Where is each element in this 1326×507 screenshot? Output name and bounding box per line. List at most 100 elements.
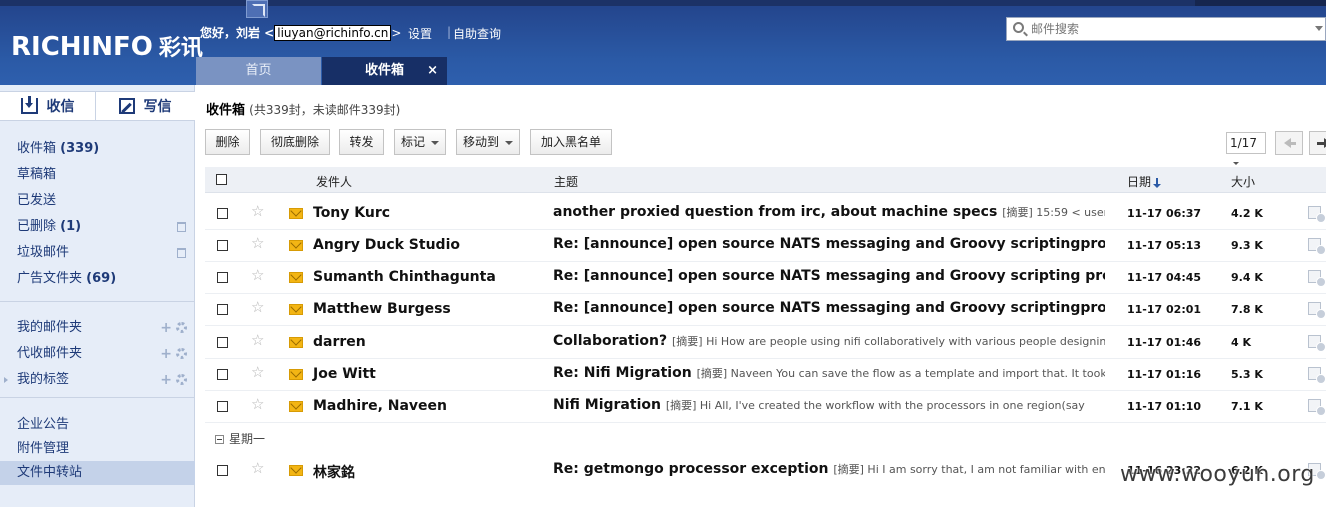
- star-icon[interactable]: ☆: [251, 234, 264, 252]
- move-to-dropdown[interactable]: 移动到: [456, 129, 520, 155]
- sidebar-item-spam[interactable]: 垃圾邮件: [0, 240, 195, 266]
- subject[interactable]: Nifi Migration [摘要] Hi All, I've created…: [553, 397, 1105, 413]
- sidebar-item-announcements[interactable]: 企业公告: [0, 413, 195, 437]
- sidebar-item-file-transfer[interactable]: 文件中转站: [0, 461, 195, 485]
- mail-search[interactable]: [1006, 17, 1326, 41]
- sidebar-item-my-tags[interactable]: 我的标签 +: [0, 367, 195, 393]
- subject[interactable]: Collaboration? [摘要] Hi How are people us…: [553, 333, 1105, 349]
- trash-icon[interactable]: [177, 248, 186, 258]
- star-icon[interactable]: ☆: [251, 202, 264, 220]
- gear-icon[interactable]: [176, 348, 187, 359]
- sidebar-item-attachments[interactable]: 附件管理: [0, 437, 195, 461]
- envelope-icon: [289, 337, 303, 348]
- settings-link[interactable]: 设置: [408, 25, 432, 42]
- mark-dropdown[interactable]: 标记: [394, 129, 446, 155]
- delete-permanent-button[interactable]: 彻底删除: [260, 129, 330, 155]
- subject[interactable]: Re: [announce] open source NATS messagin…: [553, 268, 1105, 284]
- row-checkbox[interactable]: [217, 465, 228, 476]
- row-checkbox[interactable]: [217, 369, 228, 380]
- quick-view-icon[interactable]: [1308, 206, 1326, 223]
- next-page-button[interactable]: [1309, 131, 1326, 155]
- plus-icon[interactable]: +: [160, 367, 172, 393]
- table-row[interactable]: ☆ Sumanth Chinthagunta Re: [announce] op…: [196, 261, 1326, 293]
- prev-page-button[interactable]: [1275, 131, 1303, 155]
- tab-inbox[interactable]: 收件箱 ×: [322, 57, 447, 85]
- collapse-icon[interactable]: [215, 435, 224, 444]
- row-checkbox[interactable]: [217, 401, 228, 412]
- star-icon[interactable]: ☆: [251, 266, 264, 284]
- sidebar-item-collect-folders[interactable]: 代收邮件夹 +: [0, 341, 195, 367]
- receive-button[interactable]: 收信: [0, 92, 96, 120]
- sidebar-item-drafts[interactable]: 草稿箱: [0, 162, 195, 188]
- group-label: 我的标签: [17, 372, 70, 387]
- row-checkbox[interactable]: [217, 208, 228, 219]
- top-header: RICHINFO 彩讯 您好，刘岩 < liuyan@richinfo.cn > 设置…: [0, 0, 1326, 85]
- plus-icon[interactable]: +: [160, 315, 172, 341]
- row-checkbox[interactable]: [217, 304, 228, 315]
- page-selector[interactable]: 1/17: [1226, 132, 1266, 165]
- table-row[interactable]: ☆ Joe Witt Re: Nifi Migration [摘要] Navee…: [196, 358, 1326, 390]
- star-icon[interactable]: ☆: [251, 363, 264, 381]
- write-button[interactable]: 写信: [97, 92, 193, 120]
- pin-icon[interactable]: [246, 0, 268, 18]
- search-dropdown-icon[interactable]: [1315, 26, 1323, 31]
- folder-label: 广告文件夹: [17, 271, 83, 286]
- size: 7.1 K: [1231, 400, 1263, 413]
- group-label: 代收邮件夹: [17, 346, 83, 361]
- row-checkbox[interactable]: [217, 240, 228, 251]
- tool-label: 企业公告: [17, 417, 70, 432]
- size: 5.3 K: [1231, 368, 1263, 381]
- trash-icon[interactable]: [177, 222, 186, 232]
- star-icon[interactable]: ☆: [251, 298, 264, 316]
- subject[interactable]: Re: getmongo processor exception [摘要] Hi…: [553, 461, 1105, 477]
- subject[interactable]: Re: [announce] open source NATS messagin…: [553, 300, 1105, 316]
- search-input[interactable]: [1031, 20, 1311, 38]
- quick-view-icon[interactable]: [1308, 270, 1326, 287]
- star-icon[interactable]: ☆: [251, 459, 264, 477]
- sidebar-item-sent[interactable]: 已发送: [0, 188, 195, 214]
- blacklist-button[interactable]: 加入黑名单: [530, 129, 612, 155]
- table-row[interactable]: ☆ darren Collaboration? [摘要] Hi How are …: [196, 326, 1326, 358]
- row-checkbox[interactable]: [217, 272, 228, 283]
- col-date[interactable]: 日期: [1127, 173, 1162, 190]
- plus-icon[interactable]: +: [160, 341, 172, 367]
- quick-view-icon[interactable]: [1308, 367, 1326, 384]
- tab-home[interactable]: 首页: [196, 57, 321, 85]
- quick-view-icon[interactable]: [1308, 335, 1326, 352]
- abstract: [摘要] Hi I am sorry that, I am not famili…: [833, 463, 1105, 476]
- gear-icon[interactable]: [176, 322, 187, 333]
- expand-arrow-icon[interactable]: [4, 377, 8, 383]
- table-row[interactable]: ☆ Madhire, Naveen Nifi Migration [摘要] Hi…: [196, 390, 1326, 422]
- subject[interactable]: Re: [announce] open source NATS messagin…: [553, 236, 1105, 252]
- row-checkbox[interactable]: [217, 337, 228, 348]
- table-row[interactable]: ☆ Matthew Burgess Re: [announce] open so…: [196, 293, 1326, 325]
- date-group-header[interactable]: 星期一: [215, 430, 265, 447]
- date: 11-17 01:16: [1127, 368, 1202, 381]
- folder-count: (1): [60, 219, 82, 234]
- star-icon[interactable]: ☆: [251, 331, 264, 349]
- table-row[interactable]: ☆ Tony Kurc another proxied question fro…: [196, 197, 1326, 229]
- delete-button[interactable]: 删除: [205, 129, 250, 155]
- col-size[interactable]: 大小: [1231, 173, 1255, 190]
- gear-icon[interactable]: [176, 374, 187, 385]
- sidebar-item-my-folders[interactable]: 我的邮件夹 +: [0, 315, 195, 341]
- folder-label: 已删除: [17, 219, 57, 234]
- group-label: 我的邮件夹: [17, 320, 83, 335]
- col-subject[interactable]: 主题: [554, 173, 578, 190]
- receive-label: 收信: [46, 99, 75, 115]
- sidebar-item-ads[interactable]: 广告文件夹 (69): [0, 266, 195, 292]
- self-query-link[interactable]: 自助查询: [453, 25, 501, 42]
- quick-view-icon[interactable]: [1308, 238, 1326, 255]
- select-all-checkbox[interactable]: [216, 174, 227, 185]
- subject[interactable]: another proxied question from irc, about…: [553, 204, 1105, 220]
- sidebar-item-deleted[interactable]: 已删除 (1): [0, 214, 195, 240]
- star-icon[interactable]: ☆: [251, 395, 264, 413]
- subject[interactable]: Re: Nifi Migration [摘要] Naveen You can s…: [553, 365, 1105, 381]
- forward-button[interactable]: 转发: [339, 129, 384, 155]
- quick-view-icon[interactable]: [1308, 399, 1326, 416]
- table-row[interactable]: ☆ Angry Duck Studio Re: [announce] open …: [196, 229, 1326, 261]
- col-sender[interactable]: 发件人: [316, 173, 352, 190]
- sidebar-item-inbox[interactable]: 收件箱 (339): [0, 136, 195, 162]
- close-icon[interactable]: ×: [427, 57, 438, 85]
- quick-view-icon[interactable]: [1308, 302, 1326, 319]
